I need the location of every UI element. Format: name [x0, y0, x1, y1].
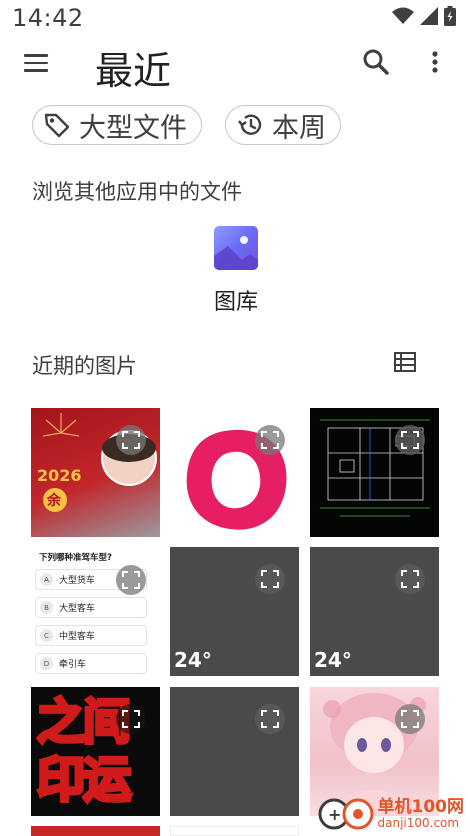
expand-icon — [122, 710, 140, 728]
expand-button[interactable] — [255, 425, 285, 455]
search-icon — [363, 49, 389, 75]
chip-label: 本周 — [272, 112, 326, 144]
status-icons — [392, 6, 456, 26]
quiz-title: 下列哪种准驾车型? — [39, 553, 112, 563]
image-thumbnail[interactable] — [170, 826, 299, 836]
image-thumbnail[interactable] — [310, 408, 439, 537]
expand-button[interactable] — [255, 564, 285, 594]
watermark-sub-text: danji100.com — [377, 815, 460, 830]
chip-large-files[interactable]: 大型文件 — [32, 105, 202, 145]
expand-button[interactable] — [395, 704, 425, 734]
search-button[interactable] — [360, 46, 392, 78]
expand-icon — [401, 710, 419, 728]
expand-button[interactable] — [395, 564, 425, 594]
more-vert-icon — [432, 51, 438, 73]
tile-char-text: 余 — [47, 493, 61, 509]
image-thumbnail[interactable] — [170, 408, 299, 537]
expand-button[interactable] — [116, 425, 146, 455]
weather-temp: 24° — [314, 648, 352, 672]
list-view-icon — [394, 352, 416, 372]
expand-icon — [401, 431, 419, 449]
expand-icon — [401, 570, 419, 588]
expand-icon — [122, 571, 140, 589]
tile-year-text: 2026 — [37, 466, 82, 485]
signal-icon — [420, 7, 438, 25]
app-gallery[interactable]: 图库 — [198, 226, 274, 316]
browse-heading: 浏览其他应用中的文件 — [32, 180, 242, 204]
image-thumbnail[interactable] — [170, 687, 299, 816]
more-options-button[interactable] — [424, 46, 446, 78]
expand-icon — [122, 431, 140, 449]
status-time: 14:42 — [12, 4, 84, 32]
wifi-icon — [392, 7, 414, 24]
expand-icon — [261, 710, 279, 728]
chip-label: 大型文件 — [79, 112, 187, 144]
recent-heading: 近期的图片 — [32, 354, 137, 378]
history-icon — [238, 114, 262, 135]
calligraphy-row-2: 印运 — [35, 750, 133, 810]
menu-icon — [24, 54, 48, 57]
expand-button[interactable] — [116, 565, 146, 595]
quiz-option: D 牵引车 — [35, 653, 147, 674]
watermark-logo-icon: + — [318, 798, 373, 830]
page-title: 最近 — [95, 49, 172, 93]
image-thumbnail[interactable] — [31, 826, 160, 836]
expand-button[interactable] — [395, 425, 425, 455]
image-thumbnail[interactable]: 24° — [170, 547, 299, 676]
calligraphy-row-1: 之间 — [35, 692, 133, 752]
weather-temp: 24° — [174, 648, 212, 672]
expand-button[interactable] — [116, 704, 146, 734]
watermark: + 单机100网 danji100.com — [318, 796, 465, 832]
gallery-icon — [214, 226, 258, 270]
quiz-option: C 中型客车 — [35, 625, 147, 646]
battery-icon — [444, 6, 456, 26]
image-thumbnail[interactable]: 24° — [310, 547, 439, 676]
watermark-main-text: 单机100网 — [377, 797, 465, 818]
image-thumbnail[interactable]: 之间 印运 — [31, 687, 160, 816]
expand-icon — [261, 431, 279, 449]
menu-button[interactable] — [18, 47, 54, 79]
svg-text:+: + — [328, 805, 341, 824]
image-thumbnail[interactable]: 下列哪种准驾车型? A 大型货车 B 大型客车 C 中型客车 D 牵引车 — [31, 547, 160, 676]
tag-icon — [44, 113, 70, 138]
expand-icon — [261, 570, 279, 588]
list-view-button[interactable] — [394, 352, 420, 374]
quiz-option: B 大型客车 — [35, 597, 147, 618]
chip-this-week[interactable]: 本周 — [225, 105, 341, 145]
gallery-label: 图库 — [213, 290, 258, 315]
expand-button[interactable] — [255, 704, 285, 734]
image-thumbnail[interactable]: 2026 余 — [31, 408, 160, 537]
